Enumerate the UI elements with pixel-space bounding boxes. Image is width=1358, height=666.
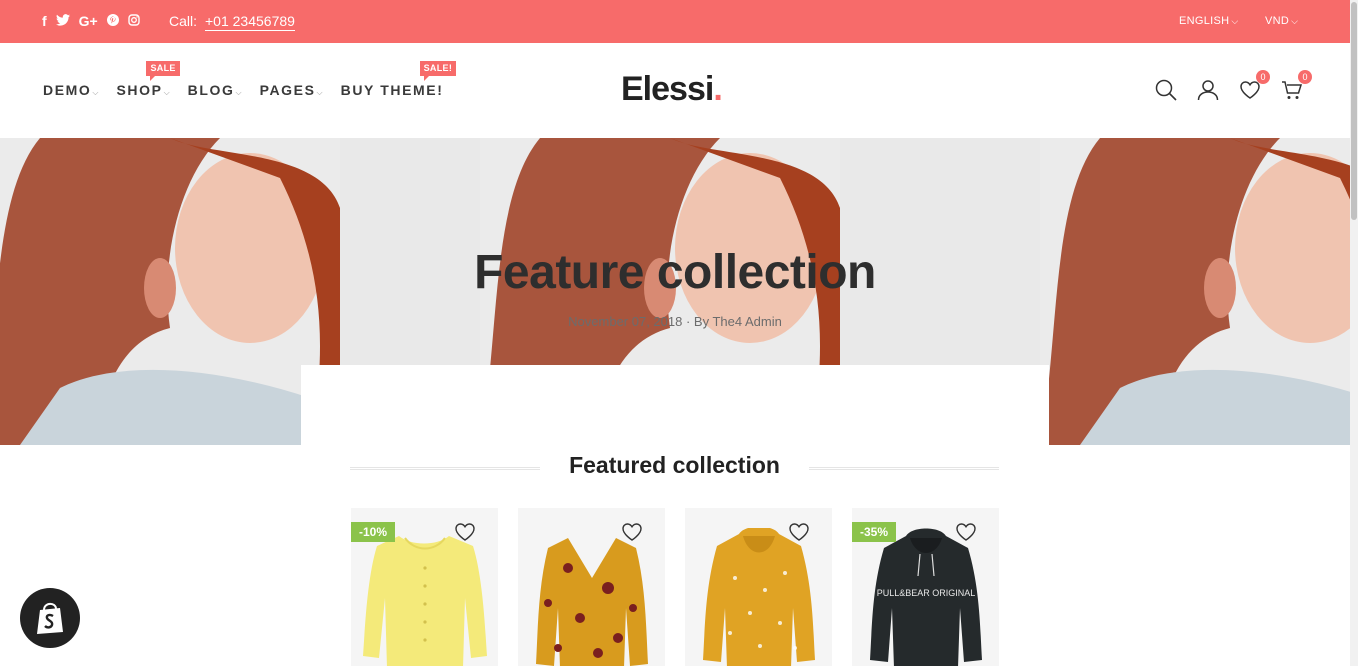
shopify-bag-icon	[37, 602, 63, 634]
currency-label: VND	[1265, 15, 1290, 27]
site-logo[interactable]: Elessi.	[621, 70, 723, 109]
nav-item-pages[interactable]: PAGES⌵	[260, 82, 323, 98]
nav-item-demo[interactable]: DEMO⌵	[43, 82, 98, 98]
wishlist-count: 0	[1256, 70, 1270, 84]
product-image-mustard-hoodie	[703, 528, 815, 666]
product-card[interactable]: PULL&BEAR ORIGINAL -35%	[852, 508, 999, 666]
page-scrollbar[interactable]	[1350, 0, 1358, 666]
header-icons: 0 0	[1155, 70, 1312, 101]
cart-icon[interactable]: 0	[1281, 70, 1312, 101]
scrollbar-thumb[interactable]	[1351, 2, 1357, 220]
nav-item-buy-theme[interactable]: SALE! BUY THEME!	[340, 61, 457, 98]
shopify-badge[interactable]	[20, 588, 80, 648]
chevron-down-icon: ⌵	[1231, 16, 1239, 26]
nav-item-blog[interactable]: BLOG⌵	[188, 82, 242, 98]
nav-item-label: SHOP	[116, 82, 163, 98]
nav-item-label: DEMO	[43, 82, 92, 98]
cart-count: 0	[1298, 70, 1312, 84]
product-card[interactable]	[518, 508, 665, 666]
nav-item-label: BUY THEME!	[340, 82, 444, 98]
product-image-yellow-sweater	[363, 536, 487, 666]
logo-text: Elessi	[621, 70, 714, 108]
product-image-floral-blouse	[536, 538, 648, 666]
sale-badge: SALE!	[419, 61, 457, 81]
logo-dot: .	[713, 70, 723, 108]
main-nav: DEMO⌵ SALE SHOP⌵ BLOG⌵ PAGES⌵ SALE! BUY …	[43, 61, 461, 98]
chevron-down-icon: ⌵	[1291, 16, 1299, 26]
product-grid: -10% PULL&BEAR ORIGINAL -35%	[351, 508, 999, 666]
language-selector[interactable]: ENGLISH ⌵	[1179, 15, 1239, 27]
chevron-down-icon: ⌵	[92, 88, 99, 97]
pinterest-icon[interactable]	[106, 13, 119, 29]
google-plus-icon[interactable]: G+	[79, 13, 98, 29]
product-card[interactable]: -10%	[351, 508, 498, 666]
search-icon[interactable]	[1155, 79, 1177, 101]
facebook-icon[interactable]: f	[42, 13, 47, 29]
discount-badge: -10%	[351, 522, 396, 542]
section-title: Featured collection	[569, 452, 780, 478]
nav-item-label: BLOG	[187, 82, 235, 98]
featured-section-heading: Featured collection	[350, 452, 999, 482]
add-to-wishlist-icon[interactable]	[788, 522, 810, 542]
product-card[interactable]	[685, 508, 832, 666]
hoodie-print: PULL&BEAR ORIGINAL	[877, 588, 976, 598]
instagram-icon[interactable]	[128, 13, 140, 29]
post-meta: November 07, 2018 · By The4 Admin	[568, 314, 782, 329]
nav-item-shop[interactable]: SALE SHOP⌵	[116, 61, 180, 98]
chevron-down-icon: ⌵	[235, 88, 242, 97]
language-label: ENGLISH	[1179, 15, 1230, 27]
add-to-wishlist-icon[interactable]	[955, 522, 977, 542]
account-icon[interactable]	[1197, 79, 1219, 101]
product-image-black-hoodie: PULL&BEAR ORIGINAL	[870, 528, 982, 666]
sale-badge: SALE	[146, 61, 180, 81]
header: DEMO⌵ SALE SHOP⌵ BLOG⌵ PAGES⌵ SALE! BUY …	[0, 43, 1350, 138]
add-to-wishlist-icon[interactable]	[621, 522, 643, 542]
social-links: f G+	[42, 13, 140, 29]
currency-selector[interactable]: VND ⌵	[1265, 15, 1298, 27]
add-to-wishlist-icon[interactable]	[454, 522, 476, 542]
page-title: Feature collection	[474, 246, 876, 299]
phone-link[interactable]: +01 23456789	[205, 13, 295, 31]
discount-badge: -35%	[852, 522, 897, 542]
chevron-down-icon: ⌵	[163, 88, 170, 97]
chevron-down-icon: ⌵	[316, 88, 323, 97]
twitter-icon[interactable]	[55, 13, 70, 29]
content-panel	[301, 365, 1049, 447]
top-bar: f G+ Call: +01 23456789 ENGLISH ⌵ VND ⌵	[0, 0, 1350, 43]
call-label: Call:	[169, 13, 198, 29]
wishlist-icon[interactable]: 0	[1239, 70, 1270, 101]
nav-item-label: PAGES	[259, 82, 316, 98]
